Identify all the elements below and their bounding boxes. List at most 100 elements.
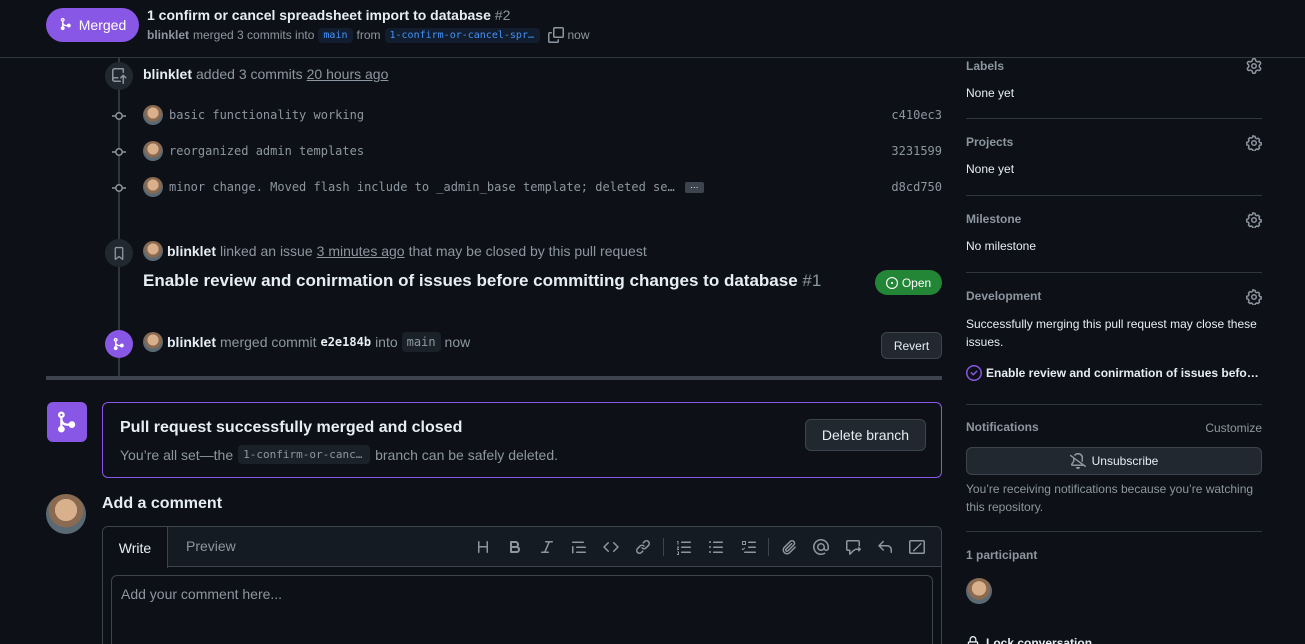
merge-text: merged 3 commits into bbox=[193, 28, 315, 42]
author-link[interactable]: blinklet bbox=[167, 243, 216, 259]
sidebar-divider bbox=[966, 272, 1262, 273]
from-text: from bbox=[356, 28, 381, 42]
code-icon[interactable] bbox=[595, 537, 627, 557]
commit-sha[interactable]: c410ec3 bbox=[891, 108, 942, 122]
merge-status-text: You’re all set—the 1-confirm-or-cancel-s… bbox=[120, 445, 558, 464]
link-icon[interactable] bbox=[627, 537, 659, 557]
commit-message[interactable]: basic functionality working bbox=[169, 108, 364, 122]
merge-icon bbox=[47, 402, 87, 442]
pr-number: #2 bbox=[494, 7, 511, 23]
gear-icon[interactable] bbox=[1246, 58, 1262, 77]
development-linked-issue[interactable]: Enable review and conirmation of issues … bbox=[966, 365, 1262, 381]
commit-row[interactable]: reorganized admin templates 3231599 bbox=[143, 141, 942, 161]
unsubscribe-button[interactable]: Unsubscribe bbox=[966, 447, 1262, 475]
unsubscribe-label: Unsubscribe bbox=[1091, 454, 1159, 468]
tab-write[interactable]: Write bbox=[103, 527, 168, 568]
notifications-reason: You’re receiving notifications because y… bbox=[966, 482, 1254, 514]
gear-icon[interactable] bbox=[1246, 134, 1262, 154]
header-time: now bbox=[567, 28, 590, 42]
customize-link[interactable]: Customize bbox=[1205, 421, 1262, 435]
sidebar-divider bbox=[966, 404, 1262, 405]
author-link[interactable]: blinklet bbox=[143, 66, 192, 82]
milestone-heading[interactable]: Milestone bbox=[966, 212, 1262, 226]
commit-row[interactable]: minor change. Moved flash include to _ad… bbox=[143, 177, 942, 197]
unordered-list-icon[interactable] bbox=[700, 537, 732, 557]
reply-icon[interactable] bbox=[869, 537, 901, 557]
commit-message[interactable]: minor change. Moved flash include to _ad… bbox=[169, 180, 675, 194]
fullscreen-icon[interactable] bbox=[901, 537, 933, 557]
bell-slash-icon bbox=[1069, 453, 1086, 469]
base-branch[interactable]: main bbox=[318, 27, 353, 43]
repo-push-icon bbox=[105, 62, 133, 90]
lock-label: Lock conversation bbox=[986, 636, 1093, 644]
formatting-toolbar bbox=[467, 537, 933, 557]
event-time[interactable]: 20 hours ago bbox=[307, 66, 389, 82]
development-issue-title[interactable]: Enable review and conirmation of issues … bbox=[986, 366, 1259, 380]
development-heading[interactable]: Development bbox=[966, 289, 1262, 303]
current-user-avatar bbox=[46, 494, 86, 534]
delete-branch-button[interactable]: Delete branch bbox=[805, 419, 926, 451]
base-branch[interactable]: main bbox=[401, 332, 441, 352]
mention-icon[interactable] bbox=[805, 537, 837, 557]
sidebar-participants: 1 participant bbox=[966, 548, 1262, 608]
status-label: Merged bbox=[78, 17, 127, 33]
gear-icon[interactable] bbox=[1246, 288, 1262, 308]
commit-dot-icon bbox=[112, 145, 126, 159]
commit-sha[interactable]: 3231599 bbox=[891, 144, 942, 158]
development-text: Successfully merging this pull request m… bbox=[966, 317, 1257, 349]
bookmark-icon bbox=[105, 239, 133, 267]
revert-button[interactable]: Revert bbox=[881, 332, 942, 359]
event-text: merged commit bbox=[220, 334, 317, 350]
merged-event: blinklet merged commit e2e184b into main… bbox=[143, 332, 470, 352]
author-link[interactable]: blinklet bbox=[147, 28, 189, 42]
merged-status-badge: Merged bbox=[46, 8, 139, 42]
commit-sha[interactable]: d8cd750 bbox=[891, 180, 942, 194]
ordered-list-icon[interactable] bbox=[668, 537, 700, 557]
projects-heading[interactable]: Projects bbox=[966, 135, 1262, 149]
tab-preview[interactable]: Preview bbox=[186, 538, 236, 554]
merge-status-post: branch can be safely deleted. bbox=[375, 446, 559, 463]
pr-title-text: 1 confirm or cancel spreadsheet import t… bbox=[147, 7, 491, 23]
head-branch[interactable]: 1-confirm-or-cancel-spreadsheet-import-t… bbox=[384, 27, 540, 43]
heading-icon[interactable] bbox=[467, 537, 499, 557]
participant-avatar[interactable] bbox=[966, 578, 992, 604]
labels-heading[interactable]: Labels bbox=[966, 59, 1262, 73]
task-list-icon[interactable] bbox=[732, 537, 764, 557]
lock-conversation-link[interactable]: Lock conversation bbox=[966, 636, 1092, 644]
event-text: that may be closed by this pull request bbox=[408, 243, 647, 259]
merge-commit-sha[interactable]: e2e184b bbox=[320, 335, 371, 349]
paperclip-icon[interactable] bbox=[773, 537, 805, 557]
revert-label: Revert bbox=[893, 338, 930, 353]
issue-title[interactable]: Enable review and conirmation of issues … bbox=[143, 271, 798, 290]
avatar bbox=[143, 105, 163, 125]
expand-message-button[interactable]: … bbox=[684, 180, 704, 193]
gear-icon[interactable] bbox=[1246, 211, 1262, 231]
event-time[interactable]: 3 minutes ago bbox=[317, 243, 405, 259]
comment-textarea[interactable]: Add your comment here... bbox=[111, 575, 933, 644]
lock-icon bbox=[966, 636, 980, 644]
timeline-end-divider bbox=[46, 376, 942, 380]
italic-icon[interactable] bbox=[531, 537, 563, 557]
cross-reference-icon[interactable] bbox=[837, 537, 869, 557]
merge-icon bbox=[59, 17, 73, 34]
commit-dot-icon bbox=[112, 109, 126, 123]
sidebar-divider bbox=[966, 531, 1262, 532]
sidebar-projects: Projects None yet bbox=[966, 134, 1262, 176]
event-text: added 3 commits bbox=[196, 66, 303, 82]
copy-icon[interactable] bbox=[547, 27, 564, 43]
linked-issue-title[interactable]: Enable review and conirmation of issues … bbox=[143, 271, 821, 291]
sidebar-development: Development Successfully merging this pu… bbox=[966, 288, 1262, 389]
linked-issue-event: blinklet linked an issue 3 minutes ago t… bbox=[143, 241, 647, 261]
bold-icon[interactable] bbox=[499, 537, 531, 557]
labels-value: None yet bbox=[966, 86, 1015, 100]
add-comment-heading: Add a comment bbox=[102, 495, 223, 512]
commit-row[interactable]: basic functionality working c410ec3 bbox=[143, 105, 942, 125]
comment-placeholder: Add your comment here... bbox=[121, 586, 283, 602]
quote-icon[interactable] bbox=[563, 537, 595, 557]
head-branch[interactable]: 1-confirm-or-cancel-spreadsheet-import-t… bbox=[238, 445, 371, 464]
author-link[interactable]: blinklet bbox=[167, 334, 216, 350]
avatar bbox=[143, 141, 163, 161]
sidebar-notifications: Notifications Customize Unsubscribe You’… bbox=[966, 420, 1262, 520]
commit-message[interactable]: reorganized admin templates bbox=[169, 144, 364, 158]
projects-value: None yet bbox=[966, 162, 1015, 176]
